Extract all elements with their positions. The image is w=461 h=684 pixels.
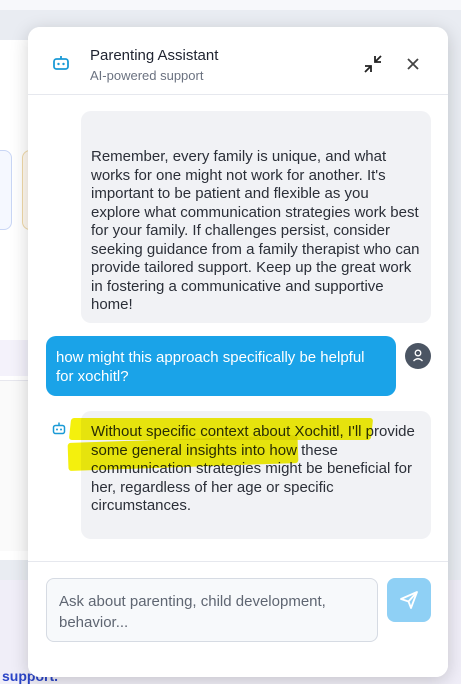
user-avatar-icon — [405, 343, 431, 369]
close-icon[interactable] — [403, 54, 423, 74]
message-text: how might this approach specifically be … — [56, 349, 365, 385]
bot-icon — [52, 422, 66, 435]
minimize-icon[interactable] — [362, 53, 384, 75]
chat-window: Parenting Assistant AI-powered support R… — [28, 27, 448, 677]
chat-title: Parenting Assistant — [90, 47, 219, 64]
chat-header: Parenting Assistant AI-powered support — [28, 27, 448, 95]
background-top — [0, 0, 461, 10]
send-icon — [400, 591, 418, 609]
input-placeholder: Ask about parenting, child development, … — [59, 593, 326, 631]
background-card — [0, 150, 12, 230]
message-list[interactable]: Remember, every family is unique, and wh… — [28, 95, 448, 561]
send-button[interactable] — [387, 578, 431, 622]
chat-footer: Ask about parenting, child development, … — [28, 561, 448, 677]
message-text: Remember, every family is unique, and wh… — [91, 148, 420, 313]
chat-subtitle: AI-powered support — [90, 68, 204, 83]
user-message: how might this approach specifically be … — [46, 336, 396, 396]
bot-icon — [53, 56, 69, 70]
message-input[interactable]: Ask about parenting, child development, … — [46, 578, 378, 642]
assistant-message: Remember, every family is unique, and wh… — [81, 111, 431, 323]
